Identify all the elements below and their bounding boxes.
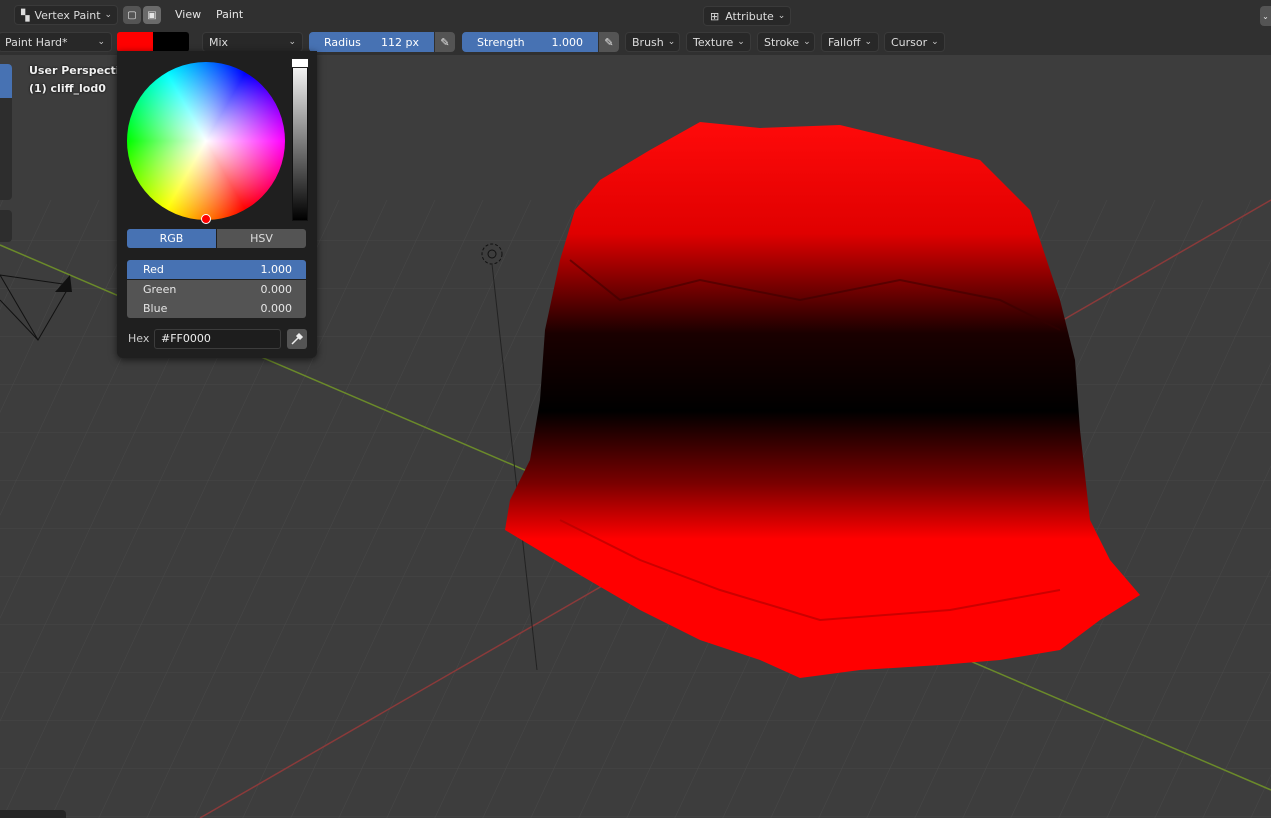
viewport-header: ▚ Vertex Paint ⌄ ▢ ▣ View Paint ⊞ Attrib… bbox=[0, 0, 1271, 30]
red-label: Red bbox=[143, 263, 164, 276]
secondary-color-swatch[interactable] bbox=[153, 32, 189, 52]
blue-value: 0.000 bbox=[260, 302, 293, 315]
vertex-mask-icon: ▣ bbox=[147, 9, 157, 21]
mode-label: Vertex Paint bbox=[34, 8, 101, 22]
status-corner bbox=[0, 810, 66, 818]
brush-selector[interactable]: Paint Hard* ⌄ bbox=[0, 32, 112, 52]
strength-slider[interactable]: Strength 1.000 bbox=[462, 32, 598, 52]
paint-mask-toggle[interactable]: ▢ bbox=[123, 6, 141, 24]
green-value: 0.000 bbox=[260, 283, 293, 296]
stroke-dropdown-label: Stroke bbox=[764, 35, 800, 49]
eyedropper-icon bbox=[291, 332, 304, 345]
green-channel-field[interactable]: Green 0.000 bbox=[127, 280, 306, 299]
radius-slider[interactable]: Radius 112 px bbox=[309, 32, 434, 52]
value-slider[interactable] bbox=[292, 59, 308, 221]
cursor-dropdown-label: Cursor bbox=[891, 35, 928, 49]
primary-color-swatch[interactable] bbox=[117, 32, 153, 52]
vertex-mask-toggle[interactable]: ▣ bbox=[143, 6, 161, 24]
chevron-down-icon: ⌄ bbox=[931, 37, 939, 47]
radius-label: Radius bbox=[324, 35, 361, 49]
menu-paint[interactable]: Paint bbox=[216, 5, 243, 25]
chevron-down-icon: ⌄ bbox=[803, 37, 811, 47]
tab-rgb[interactable]: RGB bbox=[127, 229, 216, 248]
strength-pressure-toggle[interactable]: ✎ bbox=[599, 32, 619, 52]
attribute-label: Attribute bbox=[725, 9, 774, 23]
blue-label: Blue bbox=[143, 302, 168, 315]
value-slider-handle[interactable] bbox=[291, 58, 309, 68]
brush-dropdown[interactable]: Brush ⌄ bbox=[625, 32, 680, 52]
strength-label: Strength bbox=[477, 35, 525, 49]
falloff-dropdown[interactable]: Falloff ⌄ bbox=[821, 32, 879, 52]
pen-pressure-icon: ✎ bbox=[440, 35, 450, 49]
face-mask-icon: ▢ bbox=[127, 9, 137, 21]
left-toolbar[interactable] bbox=[0, 64, 12, 200]
chevron-down-icon: ⌄ bbox=[1262, 11, 1269, 21]
texture-dropdown[interactable]: Texture ⌄ bbox=[686, 32, 751, 52]
mode-selector[interactable]: ▚ Vertex Paint ⌄ bbox=[14, 5, 118, 25]
overlay-toggle[interactable]: ⌄ bbox=[1260, 6, 1271, 26]
color-wheel[interactable] bbox=[127, 62, 285, 220]
red-channel-field[interactable]: Red 1.000 bbox=[127, 260, 306, 279]
brush-name: Paint Hard* bbox=[5, 35, 68, 49]
pen-pressure-icon: ✎ bbox=[604, 35, 614, 49]
texture-dropdown-label: Texture bbox=[693, 35, 734, 49]
chevron-down-icon: ⌄ bbox=[667, 37, 676, 47]
attribute-icon: ⊞ bbox=[710, 9, 720, 23]
color-wheel-cursor[interactable] bbox=[201, 214, 211, 224]
brush-dropdown-label: Brush bbox=[632, 35, 664, 49]
eyedropper-button[interactable] bbox=[287, 329, 307, 349]
chevron-down-icon: ⌄ bbox=[97, 37, 105, 47]
stroke-dropdown[interactable]: Stroke ⌄ bbox=[757, 32, 815, 52]
draw-tool-button[interactable] bbox=[0, 64, 12, 98]
hex-input[interactable]: #FF0000 bbox=[154, 329, 281, 349]
radius-value: 112 px bbox=[381, 35, 419, 49]
left-toolbar-extra[interactable] bbox=[0, 210, 12, 242]
red-value: 1.000 bbox=[260, 263, 293, 276]
strength-value: 1.000 bbox=[551, 35, 584, 49]
blue-channel-field[interactable]: Blue 0.000 bbox=[127, 299, 306, 318]
vertex-paint-icon: ▚ bbox=[21, 8, 30, 22]
radius-pressure-toggle[interactable]: ✎ bbox=[435, 32, 455, 52]
falloff-dropdown-label: Falloff bbox=[828, 35, 861, 49]
color-picker-popup: RGB HSV Red 1.000 Green 0.000 Blue 0.000… bbox=[117, 51, 317, 358]
chevron-down-icon: ⌄ bbox=[104, 10, 113, 20]
attribute-dropdown[interactable]: ⊞ Attribute ⌄ bbox=[703, 6, 791, 26]
green-label: Green bbox=[143, 283, 177, 296]
chevron-down-icon: ⌄ bbox=[864, 37, 873, 47]
tab-hsv[interactable]: HSV bbox=[217, 229, 306, 248]
menu-view[interactable]: View bbox=[175, 5, 201, 25]
chevron-down-icon: ⌄ bbox=[288, 37, 296, 47]
blend-mode-label: Mix bbox=[209, 35, 229, 49]
chevron-down-icon: ⌄ bbox=[737, 37, 745, 47]
hex-label: Hex bbox=[128, 332, 150, 345]
chevron-down-icon: ⌄ bbox=[777, 11, 786, 21]
object-name: (1) cliff_lod0 bbox=[29, 82, 106, 95]
cursor-dropdown[interactable]: Cursor ⌄ bbox=[884, 32, 945, 52]
blend-mode-dropdown[interactable]: Mix ⌄ bbox=[202, 32, 303, 52]
